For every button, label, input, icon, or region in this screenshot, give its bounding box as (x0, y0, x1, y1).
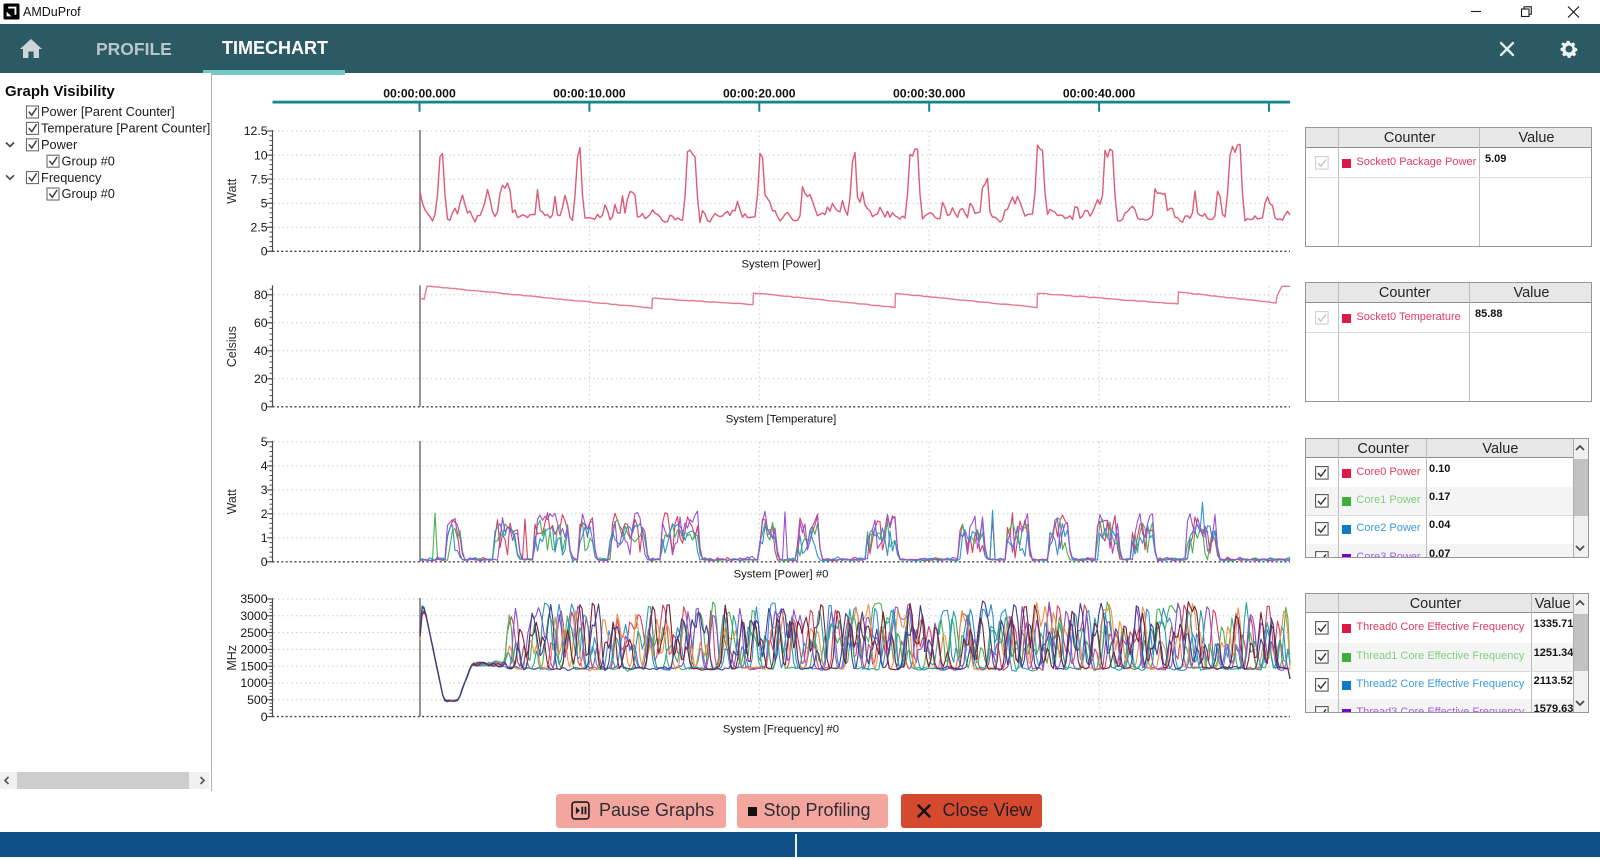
svg-text:00:00:10.000: 00:00:10.000 (553, 87, 626, 101)
svg-text:3: 3 (261, 483, 268, 497)
svg-text:0: 0 (261, 245, 268, 259)
svg-text:00:00:40.000: 00:00:40.000 (1063, 87, 1136, 101)
svg-text:System [Temperature]: System [Temperature] (726, 414, 837, 426)
svg-text:System [Power] #0: System [Power] #0 (734, 569, 829, 581)
svg-text:500: 500 (247, 693, 268, 707)
svg-text:3000: 3000 (240, 609, 267, 623)
svg-text:1000: 1000 (240, 676, 267, 690)
svg-text:0: 0 (261, 710, 268, 724)
svg-text:7.5: 7.5 (251, 172, 268, 186)
svg-text:00:00:00.000: 00:00:00.000 (383, 87, 456, 101)
svg-text:60: 60 (254, 316, 268, 330)
svg-text:80: 80 (254, 288, 268, 302)
svg-text:40: 40 (254, 344, 268, 358)
svg-text:2500: 2500 (240, 626, 267, 640)
svg-text:12.5: 12.5 (244, 124, 268, 138)
svg-text:5: 5 (261, 196, 268, 210)
svg-text:Watt: Watt (225, 178, 239, 204)
svg-text:1500: 1500 (240, 659, 267, 673)
svg-text:2.5: 2.5 (251, 220, 268, 234)
svg-text:Celsius: Celsius (225, 326, 239, 367)
svg-text:5: 5 (261, 435, 268, 449)
svg-text:System [Power]: System [Power] (741, 259, 820, 271)
svg-text:00:00:20.000: 00:00:20.000 (723, 87, 796, 101)
svg-text:10: 10 (254, 148, 268, 162)
svg-text:2000: 2000 (240, 643, 267, 657)
svg-text:20: 20 (254, 372, 268, 386)
svg-text:2: 2 (261, 507, 268, 521)
svg-text:1: 1 (261, 531, 268, 545)
svg-text:System [Frequency] #0: System [Frequency] #0 (723, 724, 839, 736)
svg-text:00:00:30.000: 00:00:30.000 (893, 87, 966, 101)
svg-text:Watt: Watt (225, 489, 239, 515)
svg-text:0: 0 (261, 400, 268, 414)
svg-text:4: 4 (261, 459, 268, 473)
svg-text:3500: 3500 (240, 592, 267, 606)
svg-text:0: 0 (261, 555, 268, 569)
svg-text:MHz: MHz (225, 645, 239, 671)
